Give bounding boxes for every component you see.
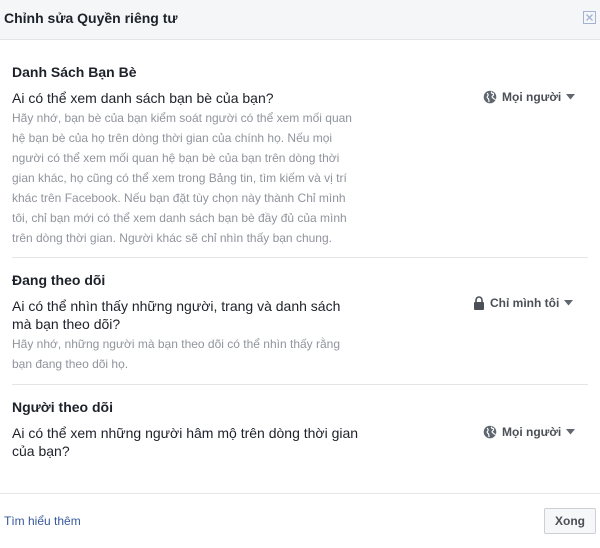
description-line: khác trên Facebook. Nếu bạn đặt tùy chọn… — [12, 191, 346, 205]
section-title: Danh Sách Bạn Bè — [12, 64, 137, 80]
close-icon[interactable] — [583, 11, 596, 24]
description-line: người có thể xem mối quan hệ bạn bè của … — [12, 151, 340, 165]
section-description: Hãy nhớ, những người mà bạn theo dõi có … — [12, 334, 340, 374]
audience-label: Mọi người — [502, 90, 562, 104]
dialog-title: Chỉnh sửa Quyền riêng tư — [4, 10, 178, 26]
question-line: Ai có thể nhìn thấy những người, trang v… — [12, 298, 341, 314]
chevron-down-icon — [566, 94, 576, 100]
description-line: hệ bạn bè của họ trên dòng thời gian của… — [12, 131, 333, 145]
description-line: tôi, chỉ bạn mới có thể xem danh sách bạ… — [12, 211, 347, 225]
dialog-title-bar: Chỉnh sửa Quyền riêng tư — [0, 0, 600, 40]
lock-icon — [473, 296, 485, 310]
question-line: Ai có thể xem danh sách bạn bè của bạn? — [12, 90, 274, 106]
description-line: gian khác, họ cũng có thể xem trong Bảng… — [12, 171, 347, 185]
description-line: Hãy nhớ, bạn bè của bạn kiểm soát người … — [12, 111, 352, 125]
section-divider — [12, 257, 588, 258]
privacy-dialog: Chỉnh sửa Quyền riêng tư Danh Sách Bạn B… — [0, 0, 600, 548]
audience-selector-following[interactable]: Chỉ mình tôi — [473, 296, 574, 310]
description-line: trên dòng thời gian. Người khác sẽ chỉ n… — [12, 231, 332, 245]
question-line: của bạn? — [12, 443, 70, 459]
section-title: Người theo dõi — [12, 399, 113, 415]
globe-icon — [483, 425, 497, 439]
section-friend-list: Danh Sách Bạn Bè — [12, 64, 588, 80]
section-question: Ai có thể xem những người hâm mộ trên dò… — [12, 424, 358, 460]
section-following: Đang theo dõi — [12, 272, 588, 288]
chevron-down-icon — [564, 300, 574, 306]
description-line: Hãy nhớ, những người mà bạn theo dõi có … — [12, 337, 341, 351]
audience-selector-followers[interactable]: Mọi người — [483, 425, 576, 439]
audience-label: Chỉ mình tôi — [490, 296, 560, 310]
learn-more-link[interactable]: Tìm hiểu thêm — [4, 514, 81, 528]
chevron-down-icon — [566, 429, 576, 435]
audience-label: Mọi người — [502, 425, 562, 439]
globe-icon — [483, 90, 497, 104]
footer-divider — [0, 493, 600, 494]
section-question: Ai có thể xem danh sách bạn bè của bạn? — [12, 89, 274, 107]
description-line: bạn đang theo dõi họ. — [12, 357, 129, 371]
section-followers: Người theo dõi — [12, 399, 588, 415]
question-line: Ai có thể xem những người hâm mộ trên dò… — [12, 425, 359, 441]
section-description: Hãy nhớ, bạn bè của bạn kiểm soát người … — [12, 108, 352, 248]
section-question: Ai có thể nhìn thấy những người, trang v… — [12, 297, 340, 333]
done-button[interactable]: Xong — [544, 508, 596, 534]
question-line: mà bạn theo dõi? — [12, 316, 121, 332]
section-title: Đang theo dõi — [12, 272, 106, 288]
audience-selector-friend-list[interactable]: Mọi người — [483, 90, 576, 104]
section-divider — [12, 384, 588, 385]
